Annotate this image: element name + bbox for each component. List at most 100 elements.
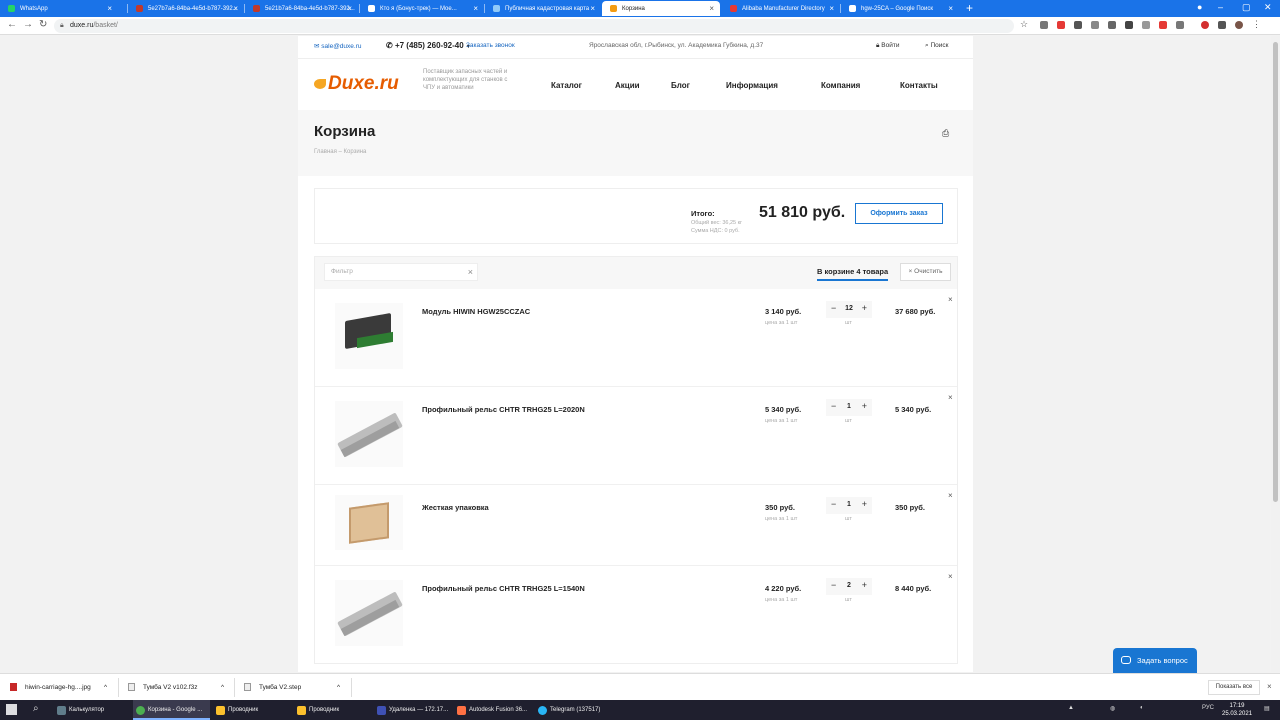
nav-catalog[interactable]: Каталог	[551, 81, 582, 90]
tab-file-2[interactable]: 5e21b7a6-84ba-4e5d-b787-392... ×	[245, 1, 358, 16]
page-scrollbar[interactable]	[1271, 36, 1280, 672]
taskbar-item[interactable]: Калькулятор	[54, 700, 130, 720]
chevron-up-icon[interactable]: ^	[221, 674, 224, 701]
extension-icon[interactable]	[1040, 21, 1048, 29]
close-icon[interactable]: ×	[829, 4, 834, 13]
product-name[interactable]: Жесткая упаковка	[422, 503, 489, 512]
callback-link[interactable]: Заказать звонок	[466, 42, 515, 49]
extension-icon[interactable]	[1074, 21, 1082, 29]
minimize-button[interactable]: –	[1218, 2, 1223, 12]
puzzle-icon[interactable]	[1218, 21, 1226, 29]
menu-dots-icon[interactable]: ⋮	[1252, 19, 1261, 30]
tab-google[interactable]: hgw-25CA – Google Поиск ×	[841, 1, 959, 16]
product-image-crate[interactable]	[335, 495, 403, 550]
close-icon[interactable]: ×	[107, 4, 112, 13]
extension-icon[interactable]	[1091, 21, 1099, 29]
login-link[interactable]: 🔒︎ Войти	[876, 42, 899, 50]
windows-start-icon[interactable]	[6, 704, 17, 715]
account-icon[interactable]: ●	[1197, 2, 1202, 12]
tab-music[interactable]: Кто я (Бонус-трек) — Мое... ×	[360, 1, 484, 16]
close-icon[interactable]: ×	[473, 4, 478, 13]
nav-promotions[interactable]: Акции	[615, 81, 640, 90]
email-link[interactable]: ✉ sale@duxe.ru	[314, 42, 361, 50]
product-name[interactable]: Модуль HIWIN HGW25CCZAC	[422, 307, 530, 316]
tab-basket[interactable]: Корзина ×	[602, 1, 720, 16]
product-name[interactable]: Профильный рельс CHTR TRHG25 L=1540N	[422, 584, 585, 593]
notifications-icon[interactable]: ▤	[1264, 705, 1270, 712]
avatar[interactable]	[1235, 21, 1243, 29]
scrollbar-thumb[interactable]	[1273, 42, 1278, 502]
forward-icon[interactable]: →	[23, 19, 33, 30]
volume-icon[interactable]: ◐	[1140, 705, 1144, 711]
taskbar-item[interactable]: Autodesk Fusion 36...	[454, 700, 532, 720]
extension-icon[interactable]	[1159, 21, 1167, 29]
increase-button[interactable]: +	[862, 580, 867, 590]
address-bar[interactable]: 🔒︎ duxe.ru/basket/	[54, 19, 1014, 33]
close-icon[interactable]: ×	[1267, 682, 1272, 691]
bookmark-star-icon[interactable]: ☆	[1020, 19, 1028, 30]
increase-button[interactable]: +	[862, 303, 867, 313]
window-close-button[interactable]: ✕	[1264, 2, 1272, 13]
product-image-module[interactable]	[335, 303, 403, 369]
taskbar-item[interactable]: Корзина - Google ...	[133, 700, 210, 720]
tab-cadastral-map[interactable]: Публичная кадастровая карта ×	[485, 1, 601, 16]
chevron-up-icon[interactable]: ^	[337, 674, 340, 701]
nav-information[interactable]: Информация	[726, 81, 778, 90]
back-icon[interactable]: ←	[7, 19, 17, 30]
taskbar-item[interactable]: Проводник	[213, 700, 291, 720]
system-clock[interactable]: 17:19 25.03.2021	[1222, 702, 1252, 718]
extension-icon[interactable]	[1176, 21, 1184, 29]
nav-contacts[interactable]: Контакты	[900, 81, 938, 90]
extension-icon[interactable]	[1057, 21, 1065, 29]
clear-basket-button[interactable]: × Очистить	[900, 263, 951, 281]
product-image-rail[interactable]	[335, 580, 403, 646]
close-icon[interactable]: ×	[709, 4, 714, 13]
taskbar-item[interactable]: Telegram (137517)	[535, 700, 613, 720]
close-icon[interactable]: ×	[233, 4, 238, 13]
close-icon[interactable]: ×	[948, 4, 953, 13]
tab-file-1[interactable]: 5e27b7a6-84ba-4e5d-b787-392... ×	[128, 1, 244, 16]
extension-icon[interactable]	[1125, 21, 1133, 29]
download-item[interactable]: hiwin-carriage-hg....jpg	[10, 674, 91, 701]
search-link[interactable]: ⌕ Поиск	[925, 42, 948, 50]
chevron-up-icon[interactable]: ^	[104, 674, 107, 701]
product-name[interactable]: Профильный рельс CHTR TRHG25 L=2020N	[422, 405, 585, 414]
breadcrumb[interactable]: Главная – Корзина	[314, 149, 366, 155]
remove-item-button[interactable]: ×	[948, 491, 953, 500]
nav-company[interactable]: Компания	[821, 81, 860, 90]
increase-button[interactable]: +	[862, 401, 867, 411]
pinterest-icon[interactable]	[1201, 21, 1209, 29]
increase-button[interactable]: +	[862, 499, 867, 509]
extension-icon[interactable]	[1108, 21, 1116, 29]
basket-count-tab[interactable]: В корзине 4 товара	[817, 267, 889, 281]
filter-input[interactable]: Фильтр ×	[324, 263, 478, 281]
language-indicator[interactable]: РУС	[1202, 705, 1214, 711]
print-icon[interactable]: ⎙	[942, 128, 949, 139]
tab-whatsapp[interactable]: WhatsApp ×	[0, 1, 118, 16]
download-item[interactable]: Тумба V2 v102.f3z	[128, 674, 198, 701]
close-icon[interactable]: ×	[590, 4, 595, 13]
tab-alibaba[interactable]: Alibaba Manufacturer Directory ×	[722, 1, 840, 16]
taskbar-item[interactable]: Удаленка — 172.17...	[374, 700, 452, 720]
network-icon[interactable]: ◍	[1110, 705, 1115, 712]
tray-icon[interactable]: ▲	[1068, 705, 1074, 711]
reload-icon[interactable]: ↻	[39, 19, 47, 30]
new-tab-button[interactable]: +	[966, 1, 973, 15]
remove-item-button[interactable]: ×	[948, 295, 953, 304]
product-image-rail[interactable]	[335, 401, 403, 467]
download-item[interactable]: Тумба V2.step	[244, 674, 301, 701]
show-all-downloads-button[interactable]: Показать все	[1208, 680, 1260, 695]
taskbar-item[interactable]: Проводник	[294, 700, 372, 720]
checkout-button[interactable]: Оформить заказ	[855, 203, 943, 224]
site-logo[interactable]: Duxe.ru	[314, 73, 399, 95]
extension-icon[interactable]	[1142, 21, 1150, 29]
clear-filter-icon[interactable]: ×	[468, 264, 473, 280]
remove-item-button[interactable]: ×	[948, 393, 953, 402]
phone-link[interactable]: ✆ +7 (485) 260-92-40 ▼	[386, 41, 471, 50]
nav-blog[interactable]: Блог	[671, 81, 690, 90]
ask-question-button[interactable]: Задать вопрос	[1113, 648, 1197, 673]
maximize-button[interactable]: ▢	[1242, 2, 1251, 13]
remove-item-button[interactable]: ×	[948, 572, 953, 581]
close-icon[interactable]: ×	[347, 4, 352, 13]
search-icon[interactable]: ⌕	[33, 703, 39, 714]
